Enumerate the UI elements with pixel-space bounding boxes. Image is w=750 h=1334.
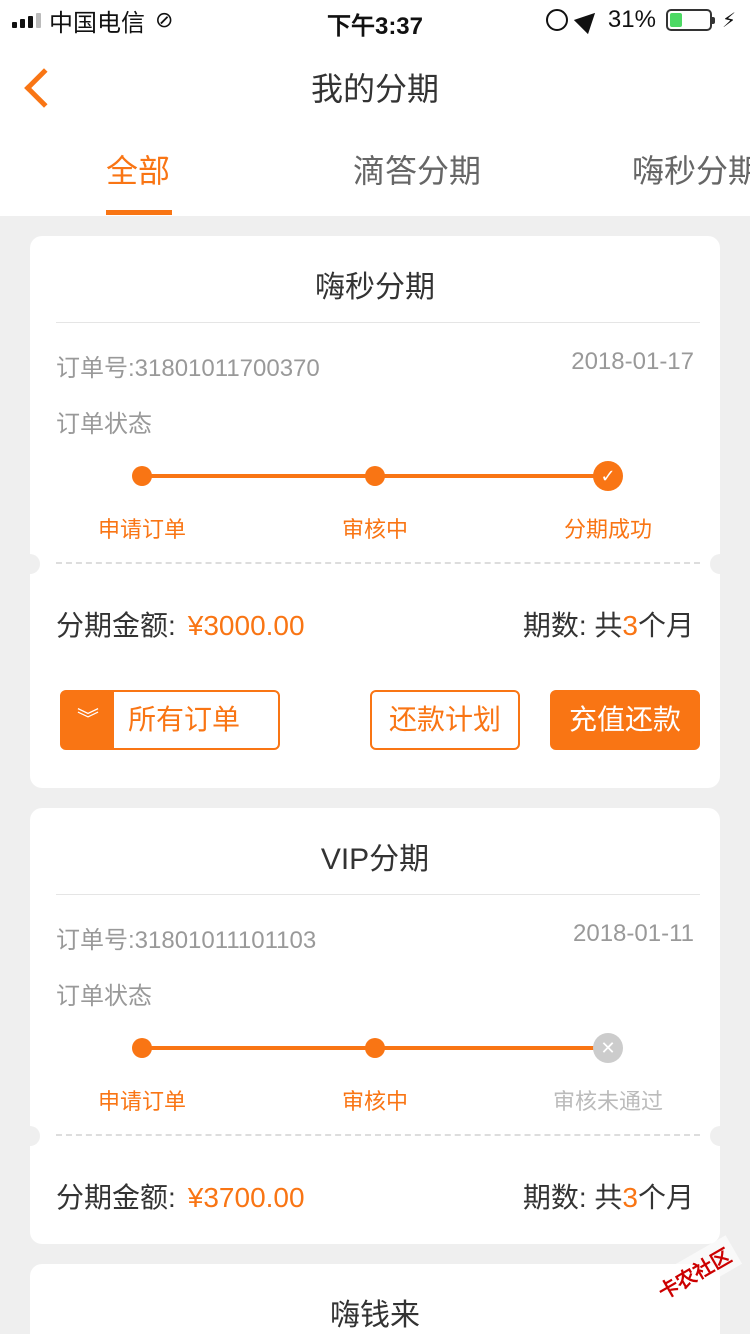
order-status-label: 订单状态	[56, 983, 152, 1010]
installment-amount: 分期金额: ¥3700.00	[56, 1176, 305, 1216]
status-bar: 中国电信 ⊘ 下午3:37 31% ⚡	[0, 0, 750, 40]
all-orders-button[interactable]: ︾ 所有订单	[60, 690, 280, 750]
tab-active-indicator	[106, 210, 172, 215]
order-card: VIP分期 订单号:31801011101103 2018-01-11 订单状态…	[20, 808, 730, 1244]
recharge-repay-button[interactable]: 充值还款	[550, 690, 700, 750]
step-label: 审核中	[341, 517, 408, 542]
installment-periods: 期数: 共3个月	[523, 604, 694, 644]
step-label: 申请订单	[97, 1089, 186, 1114]
order-product-title: VIP分期	[320, 843, 430, 876]
card-notch	[710, 1126, 730, 1146]
tab-all[interactable]: 全部	[106, 146, 170, 192]
tab-bar: 全部 滴答分期 嗨秒分期	[0, 128, 750, 216]
periods-number: 3	[622, 610, 638, 641]
periods-prefix: 共	[594, 610, 623, 641]
periods-number: 3	[622, 1182, 638, 1213]
installment-amount: 分期金额: ¥3000.00	[56, 604, 305, 644]
card-notch	[710, 554, 730, 574]
divider	[56, 322, 700, 323]
order-number: 订单号:31801011101103	[56, 927, 317, 954]
charging-icon: ⚡	[721, 9, 736, 32]
check-icon: ✓	[593, 461, 623, 491]
location-icon	[573, 5, 603, 35]
step-label: 申请订单	[97, 517, 186, 542]
order-product-title: 嗨钱来	[330, 1299, 420, 1332]
step-label: 审核未通过	[552, 1089, 663, 1114]
order-card: 嗨秒分期 订单号:31801011700370 2018-01-17 订单状态 …	[20, 236, 730, 788]
step-dot	[132, 1038, 152, 1058]
amount-label: 分期金额:	[56, 1182, 176, 1213]
periods-suffix: 个月	[637, 610, 694, 641]
double-chevron-down-icon: ︾	[62, 692, 114, 748]
step-dot	[365, 466, 385, 486]
status-right: 31% ⚡	[545, 5, 736, 35]
rotation-lock-icon	[545, 9, 568, 31]
order-date: 2018-01-11	[573, 920, 694, 947]
step-label: 分期成功	[563, 517, 652, 542]
installment-periods: 期数: 共3个月	[523, 1176, 694, 1216]
battery-icon	[665, 9, 715, 31]
order-card: 嗨钱来	[30, 1264, 720, 1334]
divider	[56, 894, 700, 895]
all-orders-label: 所有订单	[128, 704, 241, 735]
battery-percent: 31%	[607, 6, 656, 33]
order-product-title: 嗨秒分期	[315, 271, 435, 304]
step-dot	[132, 466, 152, 486]
dashed-divider	[56, 1134, 700, 1136]
card-notch	[20, 1126, 40, 1146]
periods-prefix: 共	[594, 1182, 623, 1213]
order-number: 订单号:31801011700370	[56, 355, 320, 382]
tab-dida[interactable]: 滴答分期	[353, 146, 481, 192]
page-title: 我的分期	[310, 71, 439, 107]
repay-plan-button[interactable]: 还款计划	[370, 690, 520, 750]
close-icon: ✕	[593, 1033, 623, 1063]
amount-value: ¥3000.00	[187, 610, 305, 641]
periods-label: 期数:	[522, 610, 587, 641]
periods-suffix: 个月	[637, 1182, 694, 1213]
card-notch	[20, 554, 40, 574]
step-label: 审核中	[341, 1089, 408, 1114]
tab-haimiao[interactable]: 嗨秒分期	[632, 146, 750, 192]
amount-value: ¥3700.00	[187, 1182, 305, 1213]
dashed-divider	[56, 562, 700, 564]
amount-label: 分期金额:	[56, 610, 176, 641]
order-status-label: 订单状态	[56, 411, 152, 438]
periods-label: 期数:	[522, 1182, 587, 1213]
order-date: 2018-01-17	[571, 348, 694, 375]
step-dot	[365, 1038, 385, 1058]
nav-bar: 我的分期	[0, 40, 750, 128]
